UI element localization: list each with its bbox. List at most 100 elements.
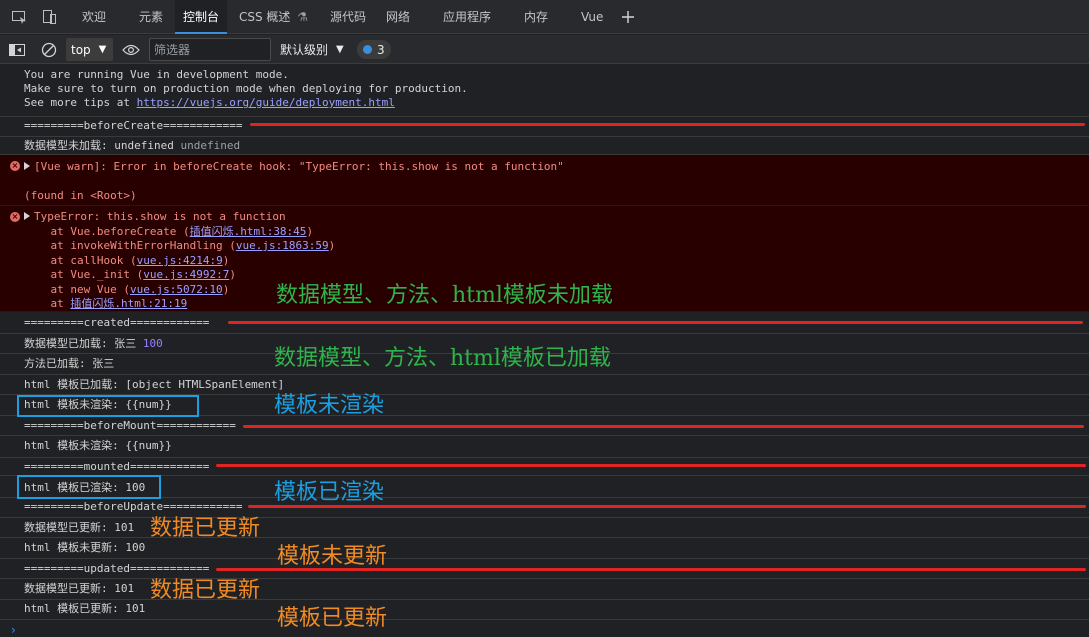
devtools-tab-bar: 欢迎 元素 控制台 CSS 概述 ⚗ 源代码 网络 应用程序 内存 Vue bbox=[0, 0, 1089, 34]
console-text: 数据模型已加载: 张三 100 bbox=[24, 337, 163, 351]
tab-memory[interactable]: 内存 bbox=[524, 0, 548, 34]
console-text: =========mounted============ bbox=[24, 460, 210, 473]
console-text: 数据模型已更新: 101 bbox=[24, 521, 135, 534]
red-marker-line bbox=[250, 123, 1085, 126]
tab-css-overview-label: CSS 概述 bbox=[239, 10, 291, 24]
stack-frame: at Vue._init (vue.js:4992:7) bbox=[24, 268, 236, 282]
console-prompt-icon[interactable]: › bbox=[11, 623, 16, 637]
console-text-main: 数据模型未加载: undefined bbox=[24, 139, 181, 152]
red-marker-line bbox=[228, 321, 1083, 324]
inspect-element-icon[interactable] bbox=[6, 0, 32, 34]
console-toolbar: top ▼ 筛选器 默认级别 ▼ 3 bbox=[0, 35, 1089, 64]
console-message: =========mounted============ bbox=[0, 458, 1089, 476]
stack-link[interactable]: vue.js:5072:10 bbox=[130, 283, 223, 296]
filter-input[interactable]: 筛选器 bbox=[149, 38, 271, 61]
caret-down-icon: ▼ bbox=[336, 44, 344, 55]
console-error-main: [Vue warn]: Error in beforeCreate hook: … bbox=[34, 160, 564, 173]
console-text-grey: undefined bbox=[180, 139, 241, 152]
expand-triangle-icon[interactable] bbox=[24, 212, 30, 220]
tab-css-overview[interactable]: CSS 概述 ⚗ bbox=[239, 0, 308, 34]
console-error-main: TypeError: this.show is not a function bbox=[34, 210, 286, 223]
console-text: html 模板已更新: 101 bbox=[24, 602, 146, 615]
annotation-template-not-rendered: 模板未渲染 bbox=[274, 393, 385, 418]
tab-sources[interactable]: 源代码 bbox=[330, 0, 366, 34]
clear-console-icon[interactable] bbox=[41, 35, 57, 64]
console-text: =========created============ bbox=[24, 316, 210, 329]
stack-link[interactable]: 插值闪烁.html:21:19 bbox=[70, 297, 187, 310]
annotation-template-not-updated: 模板未更新 bbox=[277, 544, 388, 569]
issues-count: 3 bbox=[377, 42, 385, 57]
red-marker-line bbox=[216, 464, 1086, 467]
flask-icon: ⚗ bbox=[297, 10, 309, 24]
tab-network[interactable]: 网络 bbox=[386, 0, 410, 34]
stack-frame: at 插值闪烁.html:21:19 bbox=[24, 297, 187, 311]
console-text: =========beforeCreate============ bbox=[24, 119, 243, 132]
console-text-prefix: See more tips at bbox=[24, 96, 137, 109]
console-error-text[interactable]: [Vue warn]: Error in beforeCreate hook: … bbox=[24, 160, 564, 174]
stack-link[interactable]: vue.js:4992:7 bbox=[143, 268, 229, 281]
console-message: html 模板已渲染: 100 bbox=[0, 476, 1089, 498]
issues-icon bbox=[363, 45, 372, 54]
highlight-box bbox=[17, 395, 199, 417]
annotation-data-updated: 数据已更新 bbox=[150, 516, 261, 541]
console-message: html 模板未渲染: {{num}} bbox=[0, 436, 1089, 458]
annotation-template-rendered: 模板已渲染 bbox=[274, 480, 385, 505]
live-expression-icon[interactable] bbox=[122, 35, 140, 64]
stack-text: at Vue.beforeCreate ( bbox=[24, 225, 190, 238]
issues-badge[interactable]: 3 bbox=[357, 40, 391, 59]
console-error-text: (found in <Root>) bbox=[24, 189, 137, 202]
stack-text: at new Vue ( bbox=[24, 283, 130, 296]
expand-triangle-icon[interactable] bbox=[24, 162, 30, 170]
tab-welcome[interactable]: 欢迎 bbox=[82, 0, 106, 34]
log-levels-select[interactable]: 默认级别 ▼ bbox=[280, 35, 344, 64]
console-text: 方法已加载: 张三 bbox=[24, 357, 115, 370]
console-text: =========beforeMount============ bbox=[24, 419, 236, 432]
stack-text: ) bbox=[306, 225, 314, 238]
highlight-box bbox=[17, 475, 161, 499]
stack-text: ) bbox=[328, 239, 336, 252]
error-icon: × bbox=[10, 212, 20, 222]
tab-application[interactable]: 应用程序 bbox=[443, 0, 491, 34]
console-text: html 模板未更新: 100 bbox=[24, 541, 146, 554]
deployment-guide-link[interactable]: https://vuejs.org/guide/deployment.html bbox=[137, 96, 395, 109]
console-text: Make sure to turn on production mode whe… bbox=[24, 82, 468, 95]
caret-down-icon: ▼ bbox=[98, 44, 107, 55]
context-select[interactable]: top ▼ bbox=[66, 38, 113, 61]
console-text: 数据模型已更新: 101 bbox=[24, 582, 135, 595]
stack-text: at bbox=[24, 297, 71, 310]
console-text: 数据模型未加载: undefined undefined bbox=[24, 139, 240, 153]
annotation-loaded: 数据模型、方法、html模板已加载 bbox=[274, 346, 611, 371]
console-text: html 模板未渲染: {{num}} bbox=[24, 439, 172, 452]
stack-link[interactable]: vue.js:1863:59 bbox=[236, 239, 329, 252]
console-text-main: 数据模型已加载: 张三 bbox=[24, 337, 143, 350]
red-marker-line bbox=[243, 425, 1084, 428]
log-levels-label: 默认级别 bbox=[280, 43, 329, 57]
add-tab-icon[interactable] bbox=[615, 0, 641, 34]
stack-text: ) bbox=[229, 268, 236, 281]
console-text: html 模板已加载: [object HTMLSpanElement] bbox=[24, 378, 285, 391]
console-message: You are running Vue in development mode.… bbox=[0, 65, 1089, 117]
tab-vue[interactable]: Vue bbox=[581, 0, 603, 34]
stack-link[interactable]: 插值闪烁.html:38:45 bbox=[190, 225, 307, 238]
annotation-template-updated: 模板已更新 bbox=[277, 606, 388, 631]
sidebar-toggle-icon[interactable] bbox=[9, 35, 25, 64]
stack-link[interactable]: vue.js:4214:9 bbox=[137, 254, 223, 267]
device-emulation-icon[interactable] bbox=[36, 0, 62, 34]
console-message: =========beforeCreate============ bbox=[0, 117, 1089, 137]
tab-console[interactable]: 控制台 bbox=[175, 0, 228, 34]
error-icon: × bbox=[10, 161, 20, 171]
console-text: You are running Vue in development mode. bbox=[24, 68, 289, 81]
stack-frame: at callHook (vue.js:4214:9) bbox=[24, 254, 229, 268]
tab-elements[interactable]: 元素 bbox=[139, 0, 163, 34]
stack-text: ) bbox=[222, 254, 230, 267]
stack-text: at Vue._init ( bbox=[24, 268, 144, 281]
console-number: 100 bbox=[142, 337, 163, 350]
console-message: 数据模型未加载: undefined undefined bbox=[0, 137, 1089, 155]
stack-text: at invokeWithErrorHandling ( bbox=[24, 239, 236, 252]
stack-frame: at Vue.beforeCreate (插值闪烁.html:38:45) bbox=[24, 225, 313, 239]
stack-frame: at new Vue (vue.js:5072:10) bbox=[24, 283, 229, 297]
console-error-text[interactable]: TypeError: this.show is not a function bbox=[24, 210, 286, 224]
console-error: × [Vue warn]: Error in beforeCreate hook… bbox=[0, 155, 1089, 206]
annotation-not-loaded: 数据模型、方法、html模板未加载 bbox=[276, 283, 613, 308]
context-select-value: top bbox=[71, 42, 91, 57]
